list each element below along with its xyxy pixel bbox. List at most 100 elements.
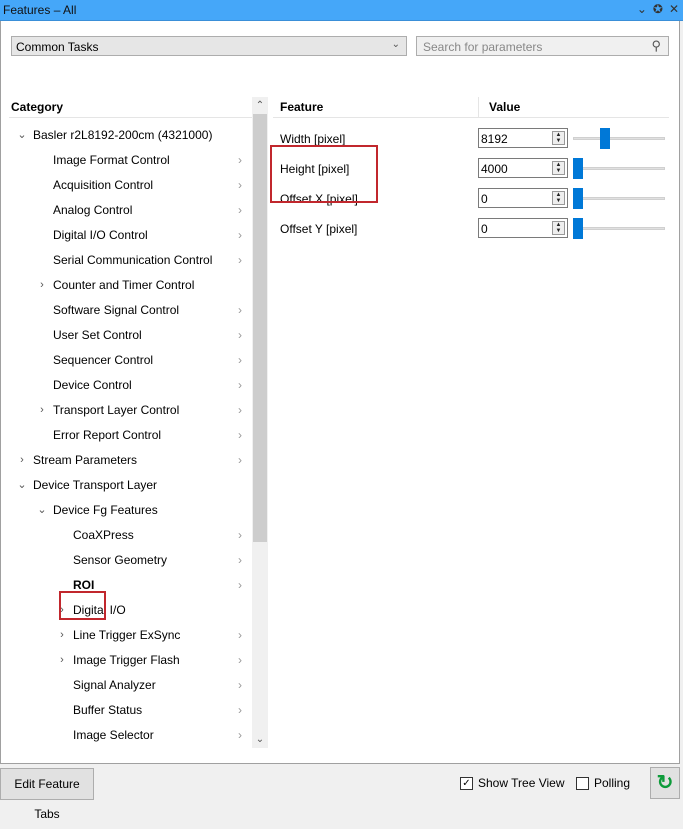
chevron-right-icon[interactable]: › bbox=[238, 423, 242, 448]
expand-chevron-right-icon[interactable]: › bbox=[56, 623, 68, 648]
expand-chevron-right-icon[interactable]: › bbox=[36, 398, 48, 423]
feature-label: Width [pixel] bbox=[280, 132, 346, 146]
tree-item-label: Image Format Control bbox=[53, 153, 170, 167]
task-combo[interactable]: Common Tasks ⌄ bbox=[11, 36, 407, 56]
tree-item[interactable]: Buffer Status › bbox=[1, 698, 253, 723]
tree-item[interactable]: Software Signal Control › bbox=[1, 298, 253, 323]
tree-scrollbar[interactable]: ⌃ ⌄ bbox=[252, 97, 268, 748]
slider-thumb[interactable] bbox=[573, 218, 583, 239]
scrollbar-thumb[interactable] bbox=[253, 114, 267, 542]
tree-item[interactable]: Error Report Control › bbox=[1, 423, 253, 448]
polling-checkbox[interactable]: Polling bbox=[576, 776, 630, 790]
tree-item-label: Sensor Geometry bbox=[73, 553, 168, 567]
tree-item[interactable]: Sensor Geometry › bbox=[1, 548, 253, 573]
tree-item-label: Basler r2L8192-200cm (4321000) bbox=[33, 128, 213, 142]
scroll-up-icon[interactable]: ⌃ bbox=[252, 97, 268, 114]
tree-item[interactable]: Image Format Control › bbox=[1, 148, 253, 173]
expand-chevron-right-icon[interactable]: › bbox=[36, 273, 48, 298]
spinner-icon[interactable]: ▲ ▼ bbox=[552, 191, 565, 205]
slider-track[interactable] bbox=[573, 167, 665, 170]
tree-item[interactable]: Sequencer Control › bbox=[1, 348, 253, 373]
tree-item-label: Line Trigger ExSync bbox=[73, 628, 181, 642]
spinner-icon[interactable]: ▲ ▼ bbox=[552, 161, 565, 175]
chevron-right-icon[interactable]: › bbox=[238, 623, 242, 648]
roi-highlight-box bbox=[59, 591, 106, 620]
chevron-right-icon[interactable]: › bbox=[238, 698, 242, 723]
chevron-right-icon[interactable]: › bbox=[238, 198, 242, 223]
tree-item[interactable]: Digital I/O Control › bbox=[1, 223, 253, 248]
tree-item[interactable]: Image Selector › bbox=[1, 723, 253, 748]
value-input[interactable]: 4000 ▲ ▼ bbox=[478, 158, 568, 178]
chevron-right-icon[interactable]: › bbox=[238, 223, 242, 248]
expand-chevron-right-icon[interactable]: › bbox=[56, 648, 68, 673]
chevron-right-icon[interactable]: › bbox=[238, 348, 242, 373]
chevron-right-icon[interactable]: › bbox=[238, 323, 242, 348]
tree-item-label: Transport Layer Control bbox=[53, 403, 180, 417]
slider-track[interactable] bbox=[573, 197, 665, 200]
tree-item[interactable]: ROI › bbox=[1, 573, 253, 598]
slider-track[interactable] bbox=[573, 137, 665, 140]
pin-icon[interactable]: ✪ bbox=[653, 2, 663, 16]
tree-item[interactable]: User Set Control › bbox=[1, 323, 253, 348]
slider-thumb[interactable] bbox=[600, 128, 611, 149]
tree-item[interactable]: Serial Communication Control › bbox=[1, 248, 253, 273]
value-input[interactable]: 8192 ▲ ▼ bbox=[478, 128, 568, 148]
chevron-right-icon[interactable]: › bbox=[238, 173, 242, 198]
category-header: Category bbox=[11, 100, 64, 114]
spinner-icon[interactable]: ▲ ▼ bbox=[552, 221, 565, 235]
tree-item[interactable]: Acquisition Control › bbox=[1, 173, 253, 198]
scroll-down-icon[interactable]: ⌄ bbox=[252, 731, 268, 748]
tree-item-label: Software Signal Control bbox=[53, 303, 180, 317]
value-input[interactable]: 0 ▲ ▼ bbox=[478, 188, 568, 208]
chevron-right-icon[interactable]: › bbox=[238, 248, 242, 273]
tree-item[interactable]: ⌄ Device Transport Layer bbox=[1, 473, 253, 498]
tree-item[interactable]: ⌄ Basler r2L8192-200cm (4321000) bbox=[1, 123, 253, 148]
tree-item[interactable]: Analog Control › bbox=[1, 198, 253, 223]
refresh-button[interactable]: ↻ bbox=[650, 767, 680, 799]
tree-item[interactable]: › Transport Layer Control › bbox=[1, 398, 253, 423]
edit-feature-tabs-button[interactable]: Edit Feature Tabs bbox=[0, 768, 94, 821]
tree-item[interactable]: › Line Trigger ExSync › bbox=[1, 623, 253, 648]
search-input[interactable]: Search for parameters ⚲ bbox=[416, 36, 669, 56]
tree-item[interactable]: Signal Analyzer › bbox=[1, 673, 253, 698]
value-input[interactable]: 0 ▲ ▼ bbox=[478, 218, 568, 238]
close-icon[interactable]: ✕ bbox=[669, 2, 679, 16]
spinner-icon[interactable]: ▲ ▼ bbox=[552, 131, 565, 145]
tree-item[interactable]: › Stream Parameters › bbox=[1, 448, 253, 473]
tree-item-label: Analog Control bbox=[53, 203, 133, 217]
checkbox-checked-icon[interactable]: ✓ bbox=[460, 776, 473, 790]
tree-item[interactable]: CoaXPress › bbox=[1, 523, 253, 548]
refresh-icon: ↻ bbox=[656, 772, 674, 794]
slider-track[interactable] bbox=[573, 227, 665, 230]
tree-item[interactable]: › Counter and Timer Control bbox=[1, 273, 253, 298]
tree-item[interactable]: Device Control › bbox=[1, 373, 253, 398]
tree-item-label: Device Transport Layer bbox=[33, 478, 158, 492]
chevron-right-icon[interactable]: › bbox=[238, 548, 242, 573]
chevron-right-icon[interactable]: › bbox=[238, 573, 242, 598]
chevron-right-icon[interactable]: › bbox=[238, 648, 242, 673]
divider bbox=[273, 117, 669, 118]
show-tree-view-checkbox[interactable]: ✓ Show Tree View bbox=[460, 776, 565, 790]
expand-chevron-down-icon[interactable]: ⌄ bbox=[16, 473, 28, 498]
expand-chevron-down-icon[interactable]: ⌄ bbox=[36, 498, 48, 523]
tree-item[interactable]: › Digital I/O bbox=[1, 598, 253, 623]
chevron-right-icon[interactable]: › bbox=[238, 298, 242, 323]
chevron-down-icon[interactable]: ⌄ bbox=[637, 2, 647, 16]
column-separator[interactable] bbox=[478, 97, 479, 117]
chevron-right-icon[interactable]: › bbox=[238, 398, 242, 423]
chevron-right-icon[interactable]: › bbox=[238, 373, 242, 398]
expand-chevron-right-icon[interactable]: › bbox=[16, 448, 28, 473]
slider-thumb[interactable] bbox=[573, 158, 583, 179]
chevron-right-icon[interactable]: › bbox=[238, 148, 242, 173]
slider-thumb[interactable] bbox=[573, 188, 583, 209]
chevron-right-icon[interactable]: › bbox=[238, 673, 242, 698]
tree-item[interactable]: ⌄ Device Fg Features bbox=[1, 498, 253, 523]
checkbox-unchecked-icon[interactable] bbox=[576, 776, 589, 790]
expand-chevron-down-icon[interactable]: ⌄ bbox=[16, 123, 28, 148]
chevron-right-icon[interactable]: › bbox=[238, 523, 242, 548]
chevron-right-icon[interactable]: › bbox=[238, 448, 242, 473]
search-icon[interactable]: ⚲ bbox=[651, 38, 661, 54]
tree-item[interactable]: › Image Trigger Flash › bbox=[1, 648, 253, 673]
chevron-right-icon[interactable]: › bbox=[238, 723, 242, 748]
tree-item-label: User Set Control bbox=[53, 328, 142, 342]
